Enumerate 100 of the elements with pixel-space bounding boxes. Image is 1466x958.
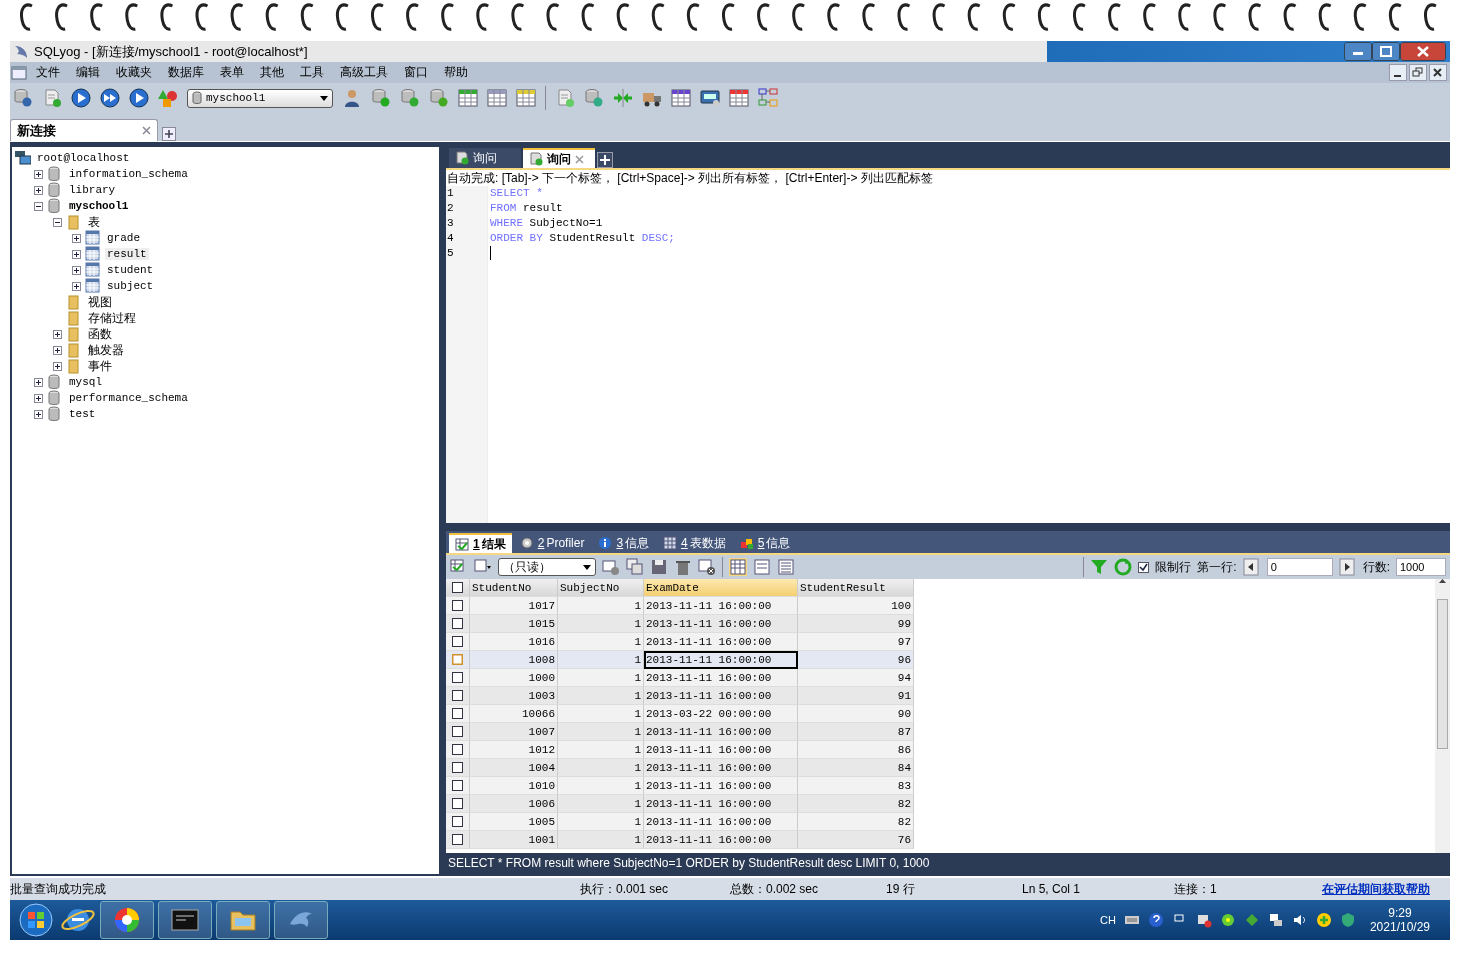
menu-item[interactable]: 文件 — [28, 64, 68, 81]
input-language[interactable]: CH — [1100, 914, 1116, 926]
row-checkbox[interactable] — [452, 690, 463, 701]
result-tab[interactable]: 5 信息 — [733, 533, 797, 553]
menu-item[interactable]: 高级工具 — [332, 64, 396, 81]
query-tab[interactable]: 询问 — [523, 148, 595, 168]
expand-icon[interactable] — [34, 377, 43, 387]
limit-rows-checkbox[interactable] — [1138, 561, 1150, 573]
execute-all-icon[interactable] — [100, 88, 120, 108]
shapes-icon[interactable] — [158, 88, 178, 108]
result-tab[interactable]: 2 Profiler — [513, 533, 591, 553]
expand-icon[interactable] — [53, 329, 62, 339]
menu-item[interactable]: 其他 — [252, 64, 292, 81]
cancel-icon[interactable] — [698, 558, 716, 576]
table-export-icon[interactable] — [458, 88, 478, 108]
expand-icon[interactable] — [34, 393, 43, 403]
scroll-check-icon[interactable] — [555, 88, 575, 108]
add-row-icon[interactable] — [602, 558, 620, 576]
restore-button[interactable] — [1409, 64, 1427, 81]
column-header[interactable]: SubjectNo — [558, 579, 644, 597]
tree-item[interactable]: 触发器 — [86, 341, 126, 359]
new-query-icon[interactable] — [42, 88, 62, 108]
tree-item[interactable]: grade — [105, 232, 142, 244]
close-button[interactable] — [1400, 42, 1446, 61]
flower-icon[interactable] — [1219, 912, 1236, 928]
tree-item[interactable]: 函数 — [86, 325, 114, 343]
tree-item[interactable]: mysql — [67, 376, 104, 388]
tree-item[interactable]: 事件 — [86, 357, 114, 375]
database-connection-icon[interactable] — [13, 88, 33, 108]
expand-icon[interactable] — [72, 233, 81, 243]
execute-edit-icon[interactable] — [129, 88, 149, 108]
next-page-button[interactable] — [1338, 558, 1357, 576]
select-all-checkbox[interactable] — [452, 582, 463, 593]
save-icon[interactable] — [650, 558, 668, 576]
tree-item[interactable]: 视图 — [86, 293, 114, 311]
row-checkbox[interactable] — [452, 816, 463, 827]
collapse-icon[interactable] — [34, 201, 43, 211]
network-blocked-icon[interactable] — [1195, 912, 1212, 928]
connection-tab[interactable]: 新连接 — [10, 119, 158, 141]
maximize-button[interactable] — [1372, 42, 1400, 61]
speaker-icon[interactable] — [1291, 912, 1308, 928]
tree-item[interactable]: result — [105, 248, 149, 260]
row-checkbox[interactable] — [452, 780, 463, 791]
execute-query-icon[interactable] — [71, 88, 91, 108]
menu-item[interactable]: 编辑 — [68, 64, 108, 81]
delete-icon[interactable] — [674, 558, 692, 576]
mode-dropdown[interactable]: （只读） — [498, 558, 596, 576]
menu-item[interactable]: 工具 — [292, 64, 332, 81]
expand-icon[interactable] — [72, 265, 81, 275]
menu-item[interactable]: 窗口 — [396, 64, 436, 81]
row-checkbox[interactable] — [452, 834, 463, 845]
color-wheel-icon[interactable] — [113, 906, 141, 934]
expand-icon[interactable] — [72, 249, 81, 259]
result-tab[interactable]: 4 表数据 — [657, 533, 732, 553]
collapse-icon[interactable] — [53, 217, 62, 227]
close-button[interactable] — [1429, 64, 1447, 81]
shield-icon[interactable] — [1339, 912, 1356, 928]
row-checkbox[interactable] — [452, 618, 463, 629]
expand-icon[interactable] — [34, 409, 43, 419]
column-header[interactable]: StudentNo — [470, 579, 558, 597]
row-checkbox[interactable] — [452, 744, 463, 755]
plus-shield-icon[interactable] — [1315, 912, 1332, 928]
monitor-icon[interactable] — [700, 88, 720, 108]
clock[interactable]: 9:29 2021/10/29 — [1369, 906, 1430, 934]
tree-item[interactable]: myschool1 — [67, 200, 131, 212]
table-schedule-icon[interactable] — [671, 88, 691, 108]
help-link[interactable]: 在评估期间获取帮助 — [1322, 880, 1430, 898]
row-checkbox[interactable] — [452, 708, 463, 719]
tree-item[interactable]: 存储过程 — [86, 309, 138, 327]
result-tab[interactable]: 1 结果 — [449, 533, 512, 553]
expand-icon[interactable] — [53, 361, 62, 371]
menu-item[interactable]: 数据库 — [160, 64, 212, 81]
table-key-icon[interactable] — [516, 88, 536, 108]
row-checkbox[interactable] — [452, 672, 463, 683]
tree-item[interactable]: subject — [105, 280, 156, 292]
minimize-button[interactable] — [1344, 42, 1372, 61]
table-grid-icon[interactable] — [729, 88, 749, 108]
previous-page-button[interactable] — [1242, 558, 1261, 576]
schema-diagram-icon[interactable] — [758, 88, 778, 108]
row-checkbox[interactable] — [452, 726, 463, 737]
tree-item[interactable]: library — [67, 184, 118, 196]
menu-item[interactable]: 帮助 — [436, 64, 476, 81]
first-row-field[interactable]: 0 — [1266, 558, 1333, 576]
text-view-icon[interactable] — [777, 558, 795, 576]
query-tab[interactable]: 询问 — [449, 148, 521, 168]
close-icon[interactable] — [142, 126, 151, 135]
tree-item[interactable]: performance_schema — [67, 392, 190, 404]
scrollbar-thumb[interactable] — [1437, 599, 1448, 749]
rows-field[interactable]: 1000 — [1396, 558, 1446, 576]
row-checkbox[interactable] — [452, 654, 463, 665]
row-checkbox[interactable] — [452, 600, 463, 611]
database-dropdown[interactable]: myschool1 — [187, 88, 333, 108]
result-tab[interactable]: 3 信息 — [592, 533, 656, 553]
duplicate-row-icon[interactable] — [626, 558, 644, 576]
terminal-icon[interactable] — [171, 906, 199, 934]
expand-icon[interactable] — [34, 169, 43, 179]
expand-icon[interactable] — [34, 185, 43, 195]
new-tab-button[interactable] — [597, 152, 613, 168]
form-view-icon[interactable] — [753, 558, 771, 576]
network-icon[interactable] — [1267, 912, 1284, 928]
